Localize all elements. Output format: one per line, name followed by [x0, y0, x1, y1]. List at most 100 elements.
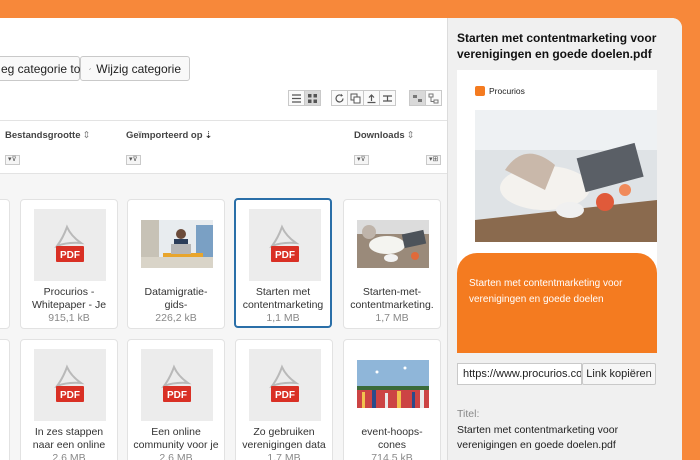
list-view-button[interactable] — [288, 90, 305, 106]
file-name-line1: Starten met — [255, 286, 311, 298]
file-size: 915,1 kB — [48, 312, 90, 324]
sort-icon: ⇕ — [406, 130, 415, 141]
file-name-line1: Procurios - — [43, 286, 95, 298]
pdf-icon: PDF — [269, 224, 300, 262]
file-name-line2: Whitepaper - Je — [31, 299, 107, 311]
file-name-line1: In zes stappen — [34, 426, 104, 438]
grid-view-button[interactable] — [304, 90, 321, 106]
file-tile[interactable]: PDF Procurios - Whitepaper - Je 915,1 kB — [20, 199, 118, 329]
file-thumbnail: PDF — [141, 349, 213, 421]
file-name-line2: contentmarketing. — [350, 299, 434, 311]
sort-desc-icon: ⇣ — [204, 130, 213, 141]
column-imported-on[interactable]: Geïmporteerd op ⇣ — [126, 130, 213, 141]
copy-link-button[interactable]: Link kopiëren — [582, 363, 656, 385]
file-name-line2: cones — [377, 439, 407, 451]
copy-button[interactable] — [347, 90, 364, 106]
file-name-line2: verenigingen data — [242, 439, 326, 451]
panel-icon — [413, 94, 422, 102]
edit-category-label: Wijzig categorie — [96, 61, 181, 76]
file-size: 714,5 kB — [371, 452, 413, 460]
file-tile-partial[interactable] — [0, 339, 10, 460]
file-tile-partial[interactable] — [0, 199, 10, 329]
pdf-label: PDF — [167, 390, 187, 401]
preview-panel-button[interactable] — [409, 90, 426, 106]
file-name: Datamigratie-gids- 226,2 kB — [130, 286, 222, 325]
upload-button[interactable] — [363, 90, 380, 106]
column-downloads[interactable]: Downloads ⇕ — [354, 130, 415, 141]
filter-icon[interactable]: ▾⊽ — [354, 155, 369, 165]
photo-crowd-image — [357, 360, 429, 408]
file-name-line1: Een online — [151, 426, 201, 438]
pencil-icon — [89, 67, 92, 70]
filter-icon[interactable]: ▾⊽ — [126, 155, 141, 165]
file-size: 1,7 MB — [375, 312, 409, 324]
logo-text: Procurios — [489, 86, 525, 96]
edit-category-button[interactable]: Wijzig categorie — [80, 56, 190, 81]
layout-toggle — [409, 90, 442, 106]
photo-office-image — [141, 220, 213, 268]
file-thumbnail: PDF — [34, 349, 106, 421]
file-name: Procurios - Whitepaper - Je 915,1 kB — [23, 286, 115, 325]
file-size: 2,6 MB — [159, 452, 193, 460]
column-headers: Bestandsgrootte ⇕ Geïmporteerd op ⇣ Downlo… — [0, 120, 447, 150]
file-name-line2: gids- — [164, 299, 188, 311]
file-name-line2: contentmarketing — [242, 299, 324, 311]
file-name: In zes stappen naar een online 2,6 MB — [23, 426, 115, 460]
file-name-line1: Starten-met- — [362, 286, 422, 298]
file-manager-window: eg categorie toe Wijzig categorie Bestan… — [0, 18, 682, 460]
file-name: Starten-met-contentmarketing. 1,7 MB — [346, 286, 438, 325]
title-label: Titel: — [457, 408, 480, 420]
file-tile[interactable]: PDF Zo gebruiken verenigingen data 1,7 MB — [235, 339, 333, 460]
url-input[interactable]: https://www.procurios.con — [457, 363, 582, 385]
pdf-label: PDF — [275, 250, 295, 261]
preview-headline: Starten met contentmarketing voor vereni… — [469, 278, 623, 305]
refresh-icon — [335, 93, 344, 102]
file-tile[interactable]: PDF Starten met contentmarketing 1,1 MB — [234, 198, 332, 328]
column-imported-on-label: Geïmporteerd op — [126, 130, 203, 141]
file-thumbnail: PDF — [249, 349, 321, 421]
pdf-label: PDF — [60, 390, 80, 401]
file-name-line1: Zo gebruiken — [253, 426, 315, 438]
columns-button[interactable] — [379, 90, 396, 106]
file-tile[interactable]: Datamigratie-gids- 226,2 kB — [127, 199, 225, 329]
file-name-line1: event-hoops- — [361, 426, 423, 438]
document-preview[interactable]: Procurios Starten met contentmarketing v… — [457, 70, 657, 353]
column-file-size[interactable]: Bestandsgrootte ⇕ — [5, 130, 90, 141]
preview-banner: Starten met contentmarketing voor vereni… — [457, 253, 657, 353]
upload-icon — [367, 93, 376, 103]
file-size: 226,2 kB — [155, 312, 197, 324]
columns-icon — [383, 94, 392, 102]
file-name-line2: community voor je — [133, 439, 219, 451]
filter-grid-icon[interactable]: ▾⊞ — [426, 155, 442, 165]
tree-icon — [428, 93, 439, 103]
view-mode-toggle — [288, 90, 321, 106]
list-icon — [292, 93, 301, 103]
add-category-button[interactable]: eg categorie toe — [0, 56, 87, 81]
file-tile[interactable]: PDF In zes stappen naar een online 2,6 MB — [20, 339, 118, 460]
desk-photo — [475, 110, 657, 242]
preview-title: Starten met contentmarketing voor vereni… — [457, 31, 657, 61]
refresh-button[interactable] — [331, 90, 348, 106]
pdf-label: PDF — [275, 390, 295, 401]
file-tile[interactable]: Starten-met-contentmarketing. 1,7 MB — [343, 199, 441, 329]
file-name: event-hoops-cones 714,5 kB — [346, 426, 438, 460]
column-file-size-label: Bestandsgrootte — [5, 130, 81, 141]
file-thumbnail — [141, 220, 213, 268]
file-tile[interactable]: event-hoops-cones 714,5 kB — [343, 339, 441, 460]
file-actions — [331, 90, 396, 106]
file-size: 2,6 MB — [52, 452, 86, 460]
file-thumbnail — [357, 360, 429, 408]
file-name: Een online community voor je 2,6 MB — [130, 426, 222, 460]
file-thumbnail — [357, 220, 429, 268]
filter-icon[interactable]: ▾⊽ — [5, 155, 20, 165]
pdf-icon: PDF — [54, 224, 85, 262]
preview-panel: Starten met contentmarketing voor vereni… — [447, 18, 682, 460]
file-browser: eg categorie toe Wijzig categorie Bestan… — [0, 18, 447, 460]
procurios-logo: Procurios — [475, 86, 525, 96]
add-category-label: eg categorie toe — [1, 61, 88, 76]
tree-view-button[interactable] — [425, 90, 442, 106]
file-name: Starten met contentmarketing 1,1 MB — [238, 286, 328, 325]
logo-mark-icon — [475, 86, 485, 96]
grid-icon — [308, 93, 317, 103]
file-tile[interactable]: PDF Een online community voor je 2,6 MB — [127, 339, 225, 460]
